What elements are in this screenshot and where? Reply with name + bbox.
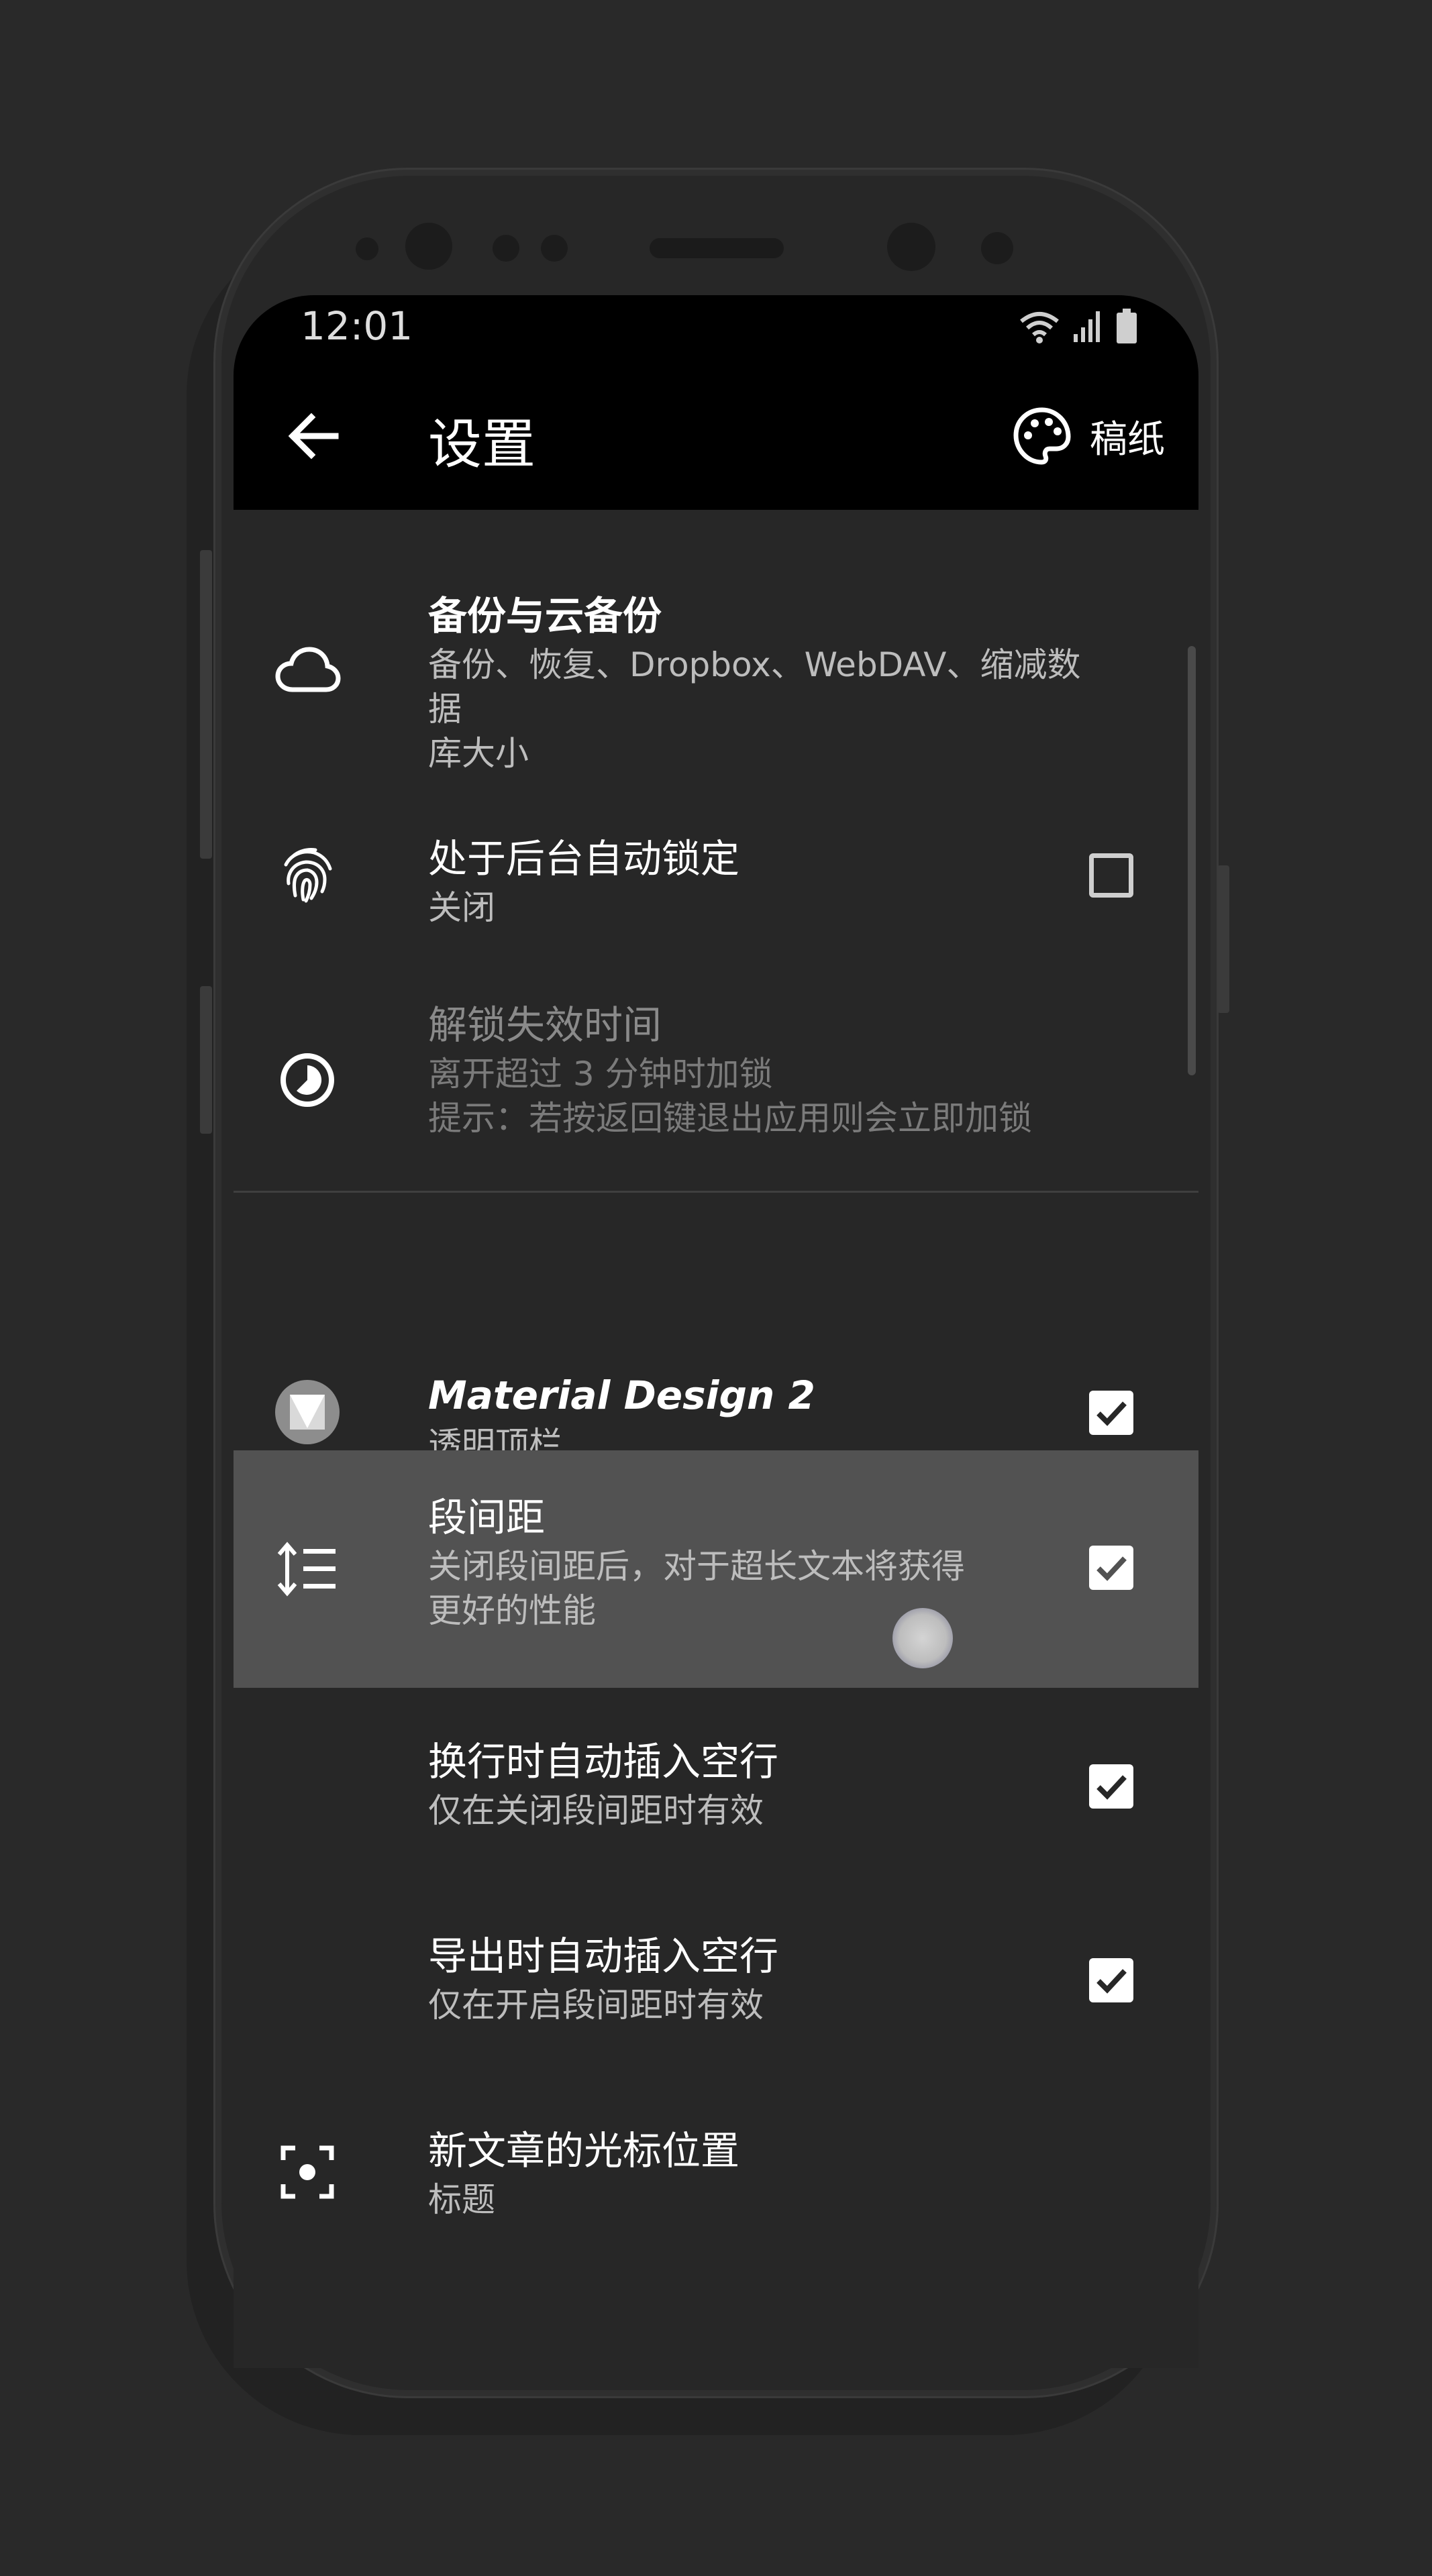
setting-text: 换行时自动插入空行 仅在关闭段间距时有效 [428,1735,1099,1833]
screen: 12:01 设置 稿纸 备份与云备份 备份、恢复、Dropbox、WebDAV、… [234,295,1198,2368]
status-bar: 12:01 [234,295,1198,362]
status-icons [1019,309,1138,345]
touch-indicator [892,1608,953,1668]
export-blank-line-checkbox[interactable] [1089,1958,1133,2002]
setting-title: 处于后台自动锁定 [428,836,740,881]
cloud-icon [274,639,341,706]
auto-lock-checkbox[interactable] [1089,853,1133,898]
setting-unlock-timeout[interactable]: 解锁失效时间 离开超过 3 分钟时加锁 提示：若按返回键退出应用则会立即加锁 [234,973,1198,1187]
check-icon [1096,1556,1127,1581]
check-icon [1096,1401,1127,1426]
setting-backup[interactable]: 备份与云备份 备份、恢复、Dropbox、WebDAV、缩减数据 库大小 [234,557,1198,778]
wifi-icon [1020,312,1059,343]
setting-title: 解锁失效时间 [428,1002,662,1048]
setting-paragraph-spacing[interactable]: 段间距 关闭段间距后，对于超长文本将获得 更好的性能 [234,1450,1198,1688]
setting-title: 段间距 [428,1495,546,1540]
setting-subtitle: 关闭段间距后，对于超长文本将获得 [428,1547,965,1586]
fingerprint-icon [274,842,341,909]
setting-newline-blank-line[interactable]: 换行时自动插入空行 仅在关闭段间距时有效 [234,1688,1198,1882]
setting-cursor-position[interactable]: 新文章的光标位置 标题 [234,2077,1198,2271]
material-design-checkbox[interactable] [1089,1391,1133,1435]
setting-text: 解锁失效时间 离开超过 3 分钟时加锁 提示：若按返回键退出应用则会立即加锁 [428,998,1099,1140]
setting-subtitle: 标题 [428,2180,495,2219]
setting-subtitle: 关闭 [428,888,495,927]
setting-subtitle: 库大小 [428,734,529,773]
setting-title: 导出时自动插入空行 [428,1933,779,1979]
earpiece-speaker [650,238,784,258]
app-bar: 设置 稿纸 [234,362,1198,510]
check-icon [1096,1969,1127,1994]
setting-auto-lock[interactable]: 处于后台自动锁定 关闭 [234,778,1198,973]
setting-title: 换行时自动插入空行 [428,1739,779,1784]
newline-blank-line-checkbox[interactable] [1089,1764,1133,1809]
power-button [1217,865,1229,1013]
line-spacing-icon [274,1536,341,1603]
sensor-dot [981,232,1013,264]
setting-text: 处于后台自动锁定 关闭 [428,832,1099,930]
stage: 12:01 设置 稿纸 备份与云备份 备份、恢复、Dropbox、WebDAV、… [0,0,1432,2576]
setting-title: Material Design 2 [428,1373,815,1418]
setting-subtitle: 备份、恢复、Dropbox、WebDAV、缩减数据 [428,645,1081,729]
battery-icon [1117,309,1137,343]
theme-label: 稿纸 [1090,417,1165,462]
material-design-icon [274,1379,341,1446]
setting-subtitle: 离开超过 3 分钟时加锁 [428,1055,773,1093]
setting-text: 新文章的光标位置 标题 [428,2124,1099,2222]
front-camera-left [405,223,452,270]
setting-title: 新文章的光标位置 [428,2128,740,2174]
volume-down-button [200,986,212,1134]
setting-title: 备份与云备份 [428,593,662,639]
arrow-left-icon [288,413,339,460]
volume-up-button [200,550,212,859]
cursor-position-icon [274,2139,341,2206]
theme-button[interactable]: 稿纸 [1012,402,1165,470]
back-button[interactable] [280,402,348,470]
front-camera-right [887,223,935,271]
setting-subtitle: 更好的性能 [428,1591,596,1630]
setting-subtitle: 仅在开启段间距时有效 [428,1986,764,2025]
page-title: 设置 [428,413,535,476]
palette-icon [1013,407,1071,465]
paragraph-spacing-checkbox[interactable] [1089,1546,1133,1590]
signal-icon [1074,311,1100,342]
check-icon [1096,1775,1127,1800]
setting-text: 备份与云备份 备份、恢复、Dropbox、WebDAV、缩减数据 库大小 [428,589,1099,775]
setting-text: 导出时自动插入空行 仅在开启段间距时有效 [428,1929,1099,2027]
setting-export-blank-line[interactable]: 导出时自动插入空行 仅在开启段间距时有效 [234,1882,1198,2077]
setting-subtitle: 提示：若按返回键退出应用则会立即加锁 [428,1099,1032,1138]
timer-icon [274,1046,341,1114]
sensor-dot [493,235,519,262]
setting-subtitle: 仅在关闭段间距时有效 [428,1791,764,1830]
status-time: 12:01 [301,303,413,349]
section-divider [234,1191,1198,1193]
setting-text: 段间距 关闭段间距后，对于超长文本将获得 更好的性能 [428,1491,1099,1633]
sensor-dot [541,235,568,262]
proximity-sensor [356,237,378,260]
